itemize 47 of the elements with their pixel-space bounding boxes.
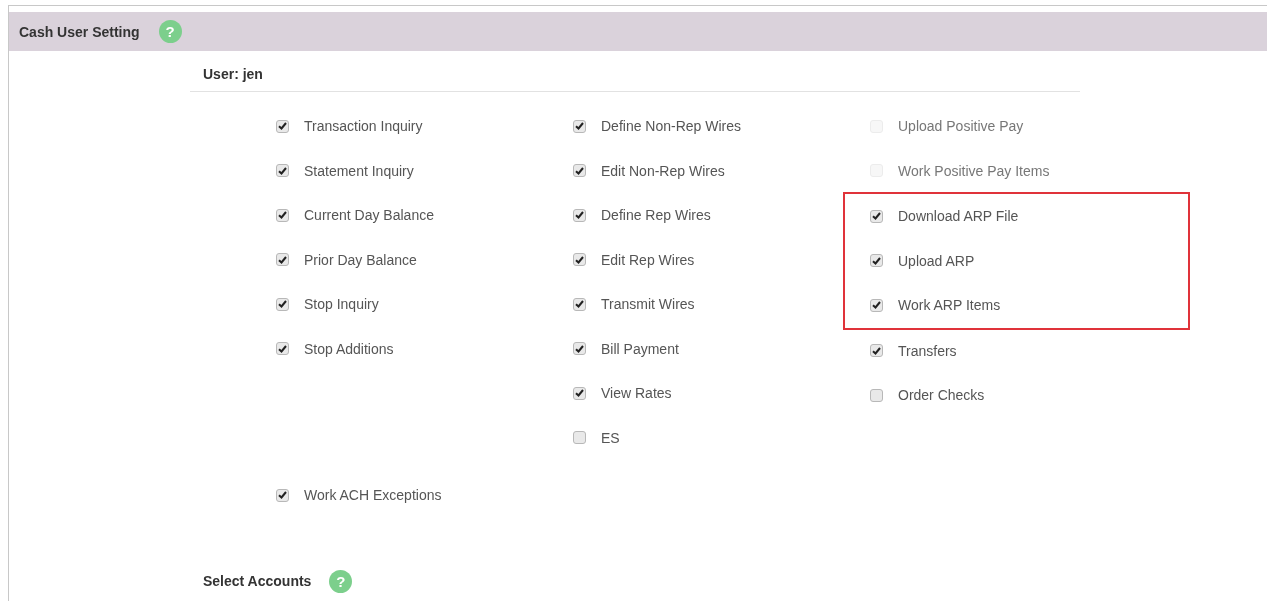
checkbox-label: Order Checks <box>898 387 985 404</box>
checkbox-label: Stop Additions <box>304 340 394 357</box>
user-label: User: jen <box>203 66 263 82</box>
checkbox-label: Transaction Inquiry <box>304 118 423 135</box>
checkbox[interactable] <box>870 344 883 358</box>
checkbox-label: ES <box>601 429 620 446</box>
checkbox-label: Work ARP Items <box>898 297 1001 314</box>
checkbox-label: Download ARP File <box>898 208 1019 225</box>
checkbox-label: Current Day Balance <box>304 207 434 224</box>
checkbox-label: Upload Positive Pay <box>898 118 1024 135</box>
section-title: Select Accounts <box>203 573 312 589</box>
checkbox-label: Transmit Wires <box>601 296 695 313</box>
checkbox-label: Upload ARP <box>898 252 975 269</box>
checkbox-label: Bill Payment <box>601 340 679 357</box>
checkbox[interactable] <box>276 208 289 222</box>
checkbox-label: Work Positive Pay Items <box>898 162 1050 179</box>
checkbox-label: Statement Inquiry <box>304 162 414 179</box>
checkbox[interactable] <box>276 342 289 356</box>
checkbox[interactable] <box>573 119 586 133</box>
checkbox[interactable] <box>573 297 586 311</box>
checkbox[interactable] <box>870 209 883 223</box>
checkbox-label: Edit Non-Rep Wires <box>601 162 725 179</box>
checkbox[interactable] <box>276 488 289 502</box>
checkbox[interactable] <box>870 388 883 402</box>
checkbox-label: Define Non-Rep Wires <box>601 118 742 135</box>
checkbox-label: Work ACH Exceptions <box>304 487 442 504</box>
checkbox[interactable] <box>573 164 586 178</box>
help-icon[interactable]: ? <box>329 569 353 593</box>
checkbox[interactable] <box>573 208 586 222</box>
checkbox-label: Define Rep Wires <box>601 207 711 224</box>
checkbox[interactable] <box>870 254 883 268</box>
checkbox-label: Transfers <box>898 342 957 359</box>
checkbox[interactable] <box>276 297 289 311</box>
checkbox[interactable] <box>573 431 586 445</box>
checkbox[interactable] <box>276 119 289 133</box>
checkbox-label: Stop Inquiry <box>304 296 379 313</box>
checkbox[interactable] <box>573 342 586 356</box>
checkbox[interactable] <box>276 253 289 267</box>
checkbox[interactable] <box>573 386 586 400</box>
checkbox[interactable] <box>573 253 586 267</box>
checkbox[interactable] <box>870 298 883 312</box>
checkbox-label: Prior Day Balance <box>304 251 417 268</box>
checkbox[interactable] <box>276 164 289 178</box>
checkbox-label: Edit Rep Wires <box>601 251 695 268</box>
help-icon[interactable]: ? <box>158 20 182 43</box>
checkbox-label: View Rates <box>601 385 672 402</box>
panel-title: Cash User Setting <box>19 23 140 40</box>
